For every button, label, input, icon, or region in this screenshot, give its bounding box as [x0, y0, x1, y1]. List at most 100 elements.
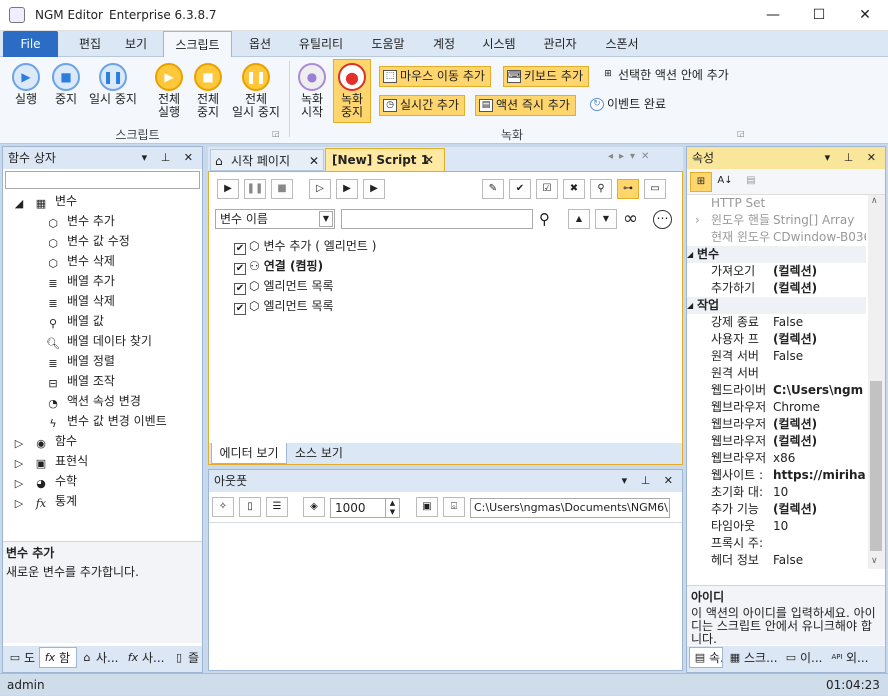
- monitor-icon[interactable]: ▭: [644, 179, 666, 199]
- categorized-icon[interactable]: ⊞: [690, 172, 712, 192]
- property-scrollbar[interactable]: ∧ ∨: [868, 195, 885, 569]
- edit-icon[interactable]: ✎: [482, 179, 504, 199]
- more-icon[interactable]: ⋯: [653, 210, 672, 229]
- run-icon[interactable]: ▶: [217, 179, 239, 199]
- minimize-button[interactable]: —: [750, 0, 796, 31]
- property-row[interactable]: 가져오기 (컬렉션): [687, 263, 866, 280]
- delete-icon[interactable]: ✖: [563, 179, 585, 199]
- tab-utility[interactable]: 유틸리티: [290, 31, 352, 57]
- tree-item-array-value[interactable]: ⚲ 배열 값: [45, 311, 104, 331]
- tab-functions[interactable]: fx 함: [39, 647, 77, 668]
- tree-item-variable-change-event[interactable]: ϟ 변수 값 변경 이벤트: [45, 411, 166, 431]
- panel-controls[interactable]: ▾ ⊥ ✕: [142, 147, 198, 169]
- max-lines-input[interactable]: 1000 ▲ ▼: [330, 498, 400, 518]
- tab-source-view[interactable]: 소스 보기: [289, 443, 349, 464]
- move-down-icon[interactable]: ▼: [595, 209, 617, 229]
- tree-node-math[interactable]: ▷ ◕ 수학: [11, 471, 77, 491]
- tab-favorites[interactable]: ▯ 즐: [169, 648, 201, 669]
- tree-node-expressions[interactable]: ▷ ▣ 표현식: [11, 451, 88, 471]
- property-row[interactable]: 강제 종료 False: [687, 314, 866, 331]
- property-row[interactable]: 웹브라우저 (컬렉션): [687, 433, 866, 450]
- close-tab-icon[interactable]: ✕: [309, 150, 319, 172]
- tab-help[interactable]: 도움말: [363, 31, 413, 57]
- property-row[interactable]: 헤더 정보 False: [687, 552, 866, 569]
- checkbox[interactable]: ✔: [234, 283, 246, 295]
- tree-node-variables[interactable]: ◢ ▦ 변수: [11, 191, 77, 211]
- chevron-down-icon[interactable]: ▼: [319, 211, 333, 227]
- expand-icon[interactable]: ◢: [11, 197, 27, 211]
- tab-external-api[interactable]: API 외...: [827, 648, 883, 669]
- property-row[interactable]: 사용자 프 (컬렉션): [687, 331, 866, 348]
- add-mouse-move-button[interactable]: ⬚ 마우스 이동 추가: [379, 66, 491, 87]
- run-button[interactable]: ▶ 실행: [8, 63, 44, 106]
- tab-navigation[interactable]: ◂▸▾✕: [608, 151, 655, 162]
- expand-icon[interactable]: ▷: [11, 477, 27, 491]
- scroll-down-icon[interactable]: ∨: [871, 556, 878, 566]
- tree-item-array-delete[interactable]: ≣ 배열 삭제: [45, 291, 115, 311]
- tree-node-statistics[interactable]: ▷ fx 통계: [11, 491, 77, 511]
- add-keyboard-button[interactable]: ⌨ 키보드 추가: [503, 66, 590, 87]
- tab-start-page[interactable]: ⌂ 시작 페이지 ✕: [210, 149, 324, 171]
- tab-admin[interactable]: 관리자: [535, 31, 585, 57]
- expand-icon[interactable]: ▷: [11, 497, 27, 511]
- pause-icon[interactable]: ❚❚: [244, 179, 266, 199]
- expand-icon[interactable]: ▷: [11, 457, 27, 471]
- tab-properties[interactable]: ▤속...: [689, 647, 723, 668]
- panel-controls[interactable]: ▾ ⊥ ✕: [622, 470, 678, 492]
- maximize-button[interactable]: ☐: [796, 0, 842, 31]
- property-row[interactable]: 웹브라우저 Chrome: [687, 399, 866, 416]
- tab-system[interactable]: 시스템: [474, 31, 524, 57]
- collapse-icon[interactable]: ◢: [687, 246, 693, 263]
- tab-editor-view[interactable]: 에디터 보기: [211, 443, 287, 464]
- search-icon[interactable]: ⚲: [539, 210, 550, 228]
- tab-images[interactable]: ▭ 이...: [781, 648, 825, 669]
- tree-item-array-manipulate[interactable]: ⊟ 배열 조작: [45, 371, 115, 391]
- tab-script-1[interactable]: [New] Script 1 ✕: [325, 148, 445, 171]
- tab-scripts[interactable]: ▦ 스크...: [725, 648, 779, 669]
- property-row[interactable]: › 윈도우 핸들 String[] Array: [687, 212, 866, 229]
- checkbox[interactable]: ✔: [234, 263, 246, 275]
- tab-options[interactable]: 옵션: [240, 31, 280, 57]
- stop-button[interactable]: ■ 중지: [48, 63, 84, 106]
- property-row[interactable]: 초기화 대: 10: [687, 484, 866, 501]
- tree-item-variable-edit[interactable]: ⬡ 변수 값 수정: [45, 231, 130, 251]
- property-row[interactable]: 웹드라이버 C:\Users\ngm: [687, 382, 866, 399]
- property-row[interactable]: 원격 서버: [687, 365, 866, 382]
- tree-item-variable-add[interactable]: ⬡ 변수 추가: [45, 211, 115, 231]
- property-row[interactable]: 웹브라우저 (컬렉션): [687, 416, 866, 433]
- property-category[interactable]: ◢ 작업: [687, 297, 866, 314]
- expand-icon[interactable]: ▷: [11, 437, 27, 451]
- tab-script[interactable]: 스크립트: [163, 31, 232, 57]
- filter-input[interactable]: [341, 209, 533, 229]
- move-up-icon[interactable]: ▲: [568, 209, 590, 229]
- function-search-input[interactable]: [5, 171, 200, 189]
- collapse-icon[interactable]: ◢: [687, 297, 693, 314]
- property-pages-icon[interactable]: ▤: [740, 172, 762, 192]
- spinner-icon[interactable]: ▲ ▼: [385, 499, 399, 517]
- tab-tools[interactable]: ▭ 도: [5, 648, 39, 669]
- tab-edit[interactable]: 편집: [70, 31, 110, 57]
- add-action-now-button[interactable]: ▤ 액션 즉시 추가: [475, 95, 576, 116]
- tree-item-array-add[interactable]: ≣ 배열 추가: [45, 271, 115, 291]
- property-category[interactable]: ◢ 변수: [687, 246, 866, 263]
- file-tab[interactable]: File: [3, 31, 58, 57]
- save-icon[interactable]: ▣: [416, 497, 438, 517]
- property-row[interactable]: 타임아웃 10: [687, 518, 866, 535]
- tab-users[interactable]: ⌂ 사...: [77, 648, 121, 669]
- run-all-button[interactable]: ▶ 전체 실행: [151, 63, 187, 119]
- property-row[interactable]: 원격 서버 False: [687, 348, 866, 365]
- broom-icon[interactable]: ✧: [212, 497, 234, 517]
- step-run-icon[interactable]: ▷: [309, 179, 331, 199]
- sort-az-icon[interactable]: A↓: [714, 172, 736, 192]
- event-complete-button[interactable]: ↻ 이벤트 완료: [587, 95, 671, 116]
- tree-item-array-find[interactable]: 🔍︎ 배열 데이타 찾기: [45, 331, 152, 351]
- tab-sponsor[interactable]: 스폰서: [597, 31, 647, 57]
- chevron-right-icon[interactable]: ›: [695, 212, 700, 229]
- run-selected-icon[interactable]: ▶: [336, 179, 358, 199]
- list-item[interactable]: ✔ ⬡ 변수 추가 ( 엘리먼트 ): [234, 236, 654, 256]
- property-row[interactable]: 웹브라우저 x86: [687, 450, 866, 467]
- list-item[interactable]: ✔ ⚇ 연결 (켬핑): [234, 256, 654, 276]
- run-from-here-icon[interactable]: ▶: [363, 179, 385, 199]
- checkbox[interactable]: ✔: [234, 303, 246, 315]
- close-tab-icon[interactable]: ✕: [424, 149, 434, 172]
